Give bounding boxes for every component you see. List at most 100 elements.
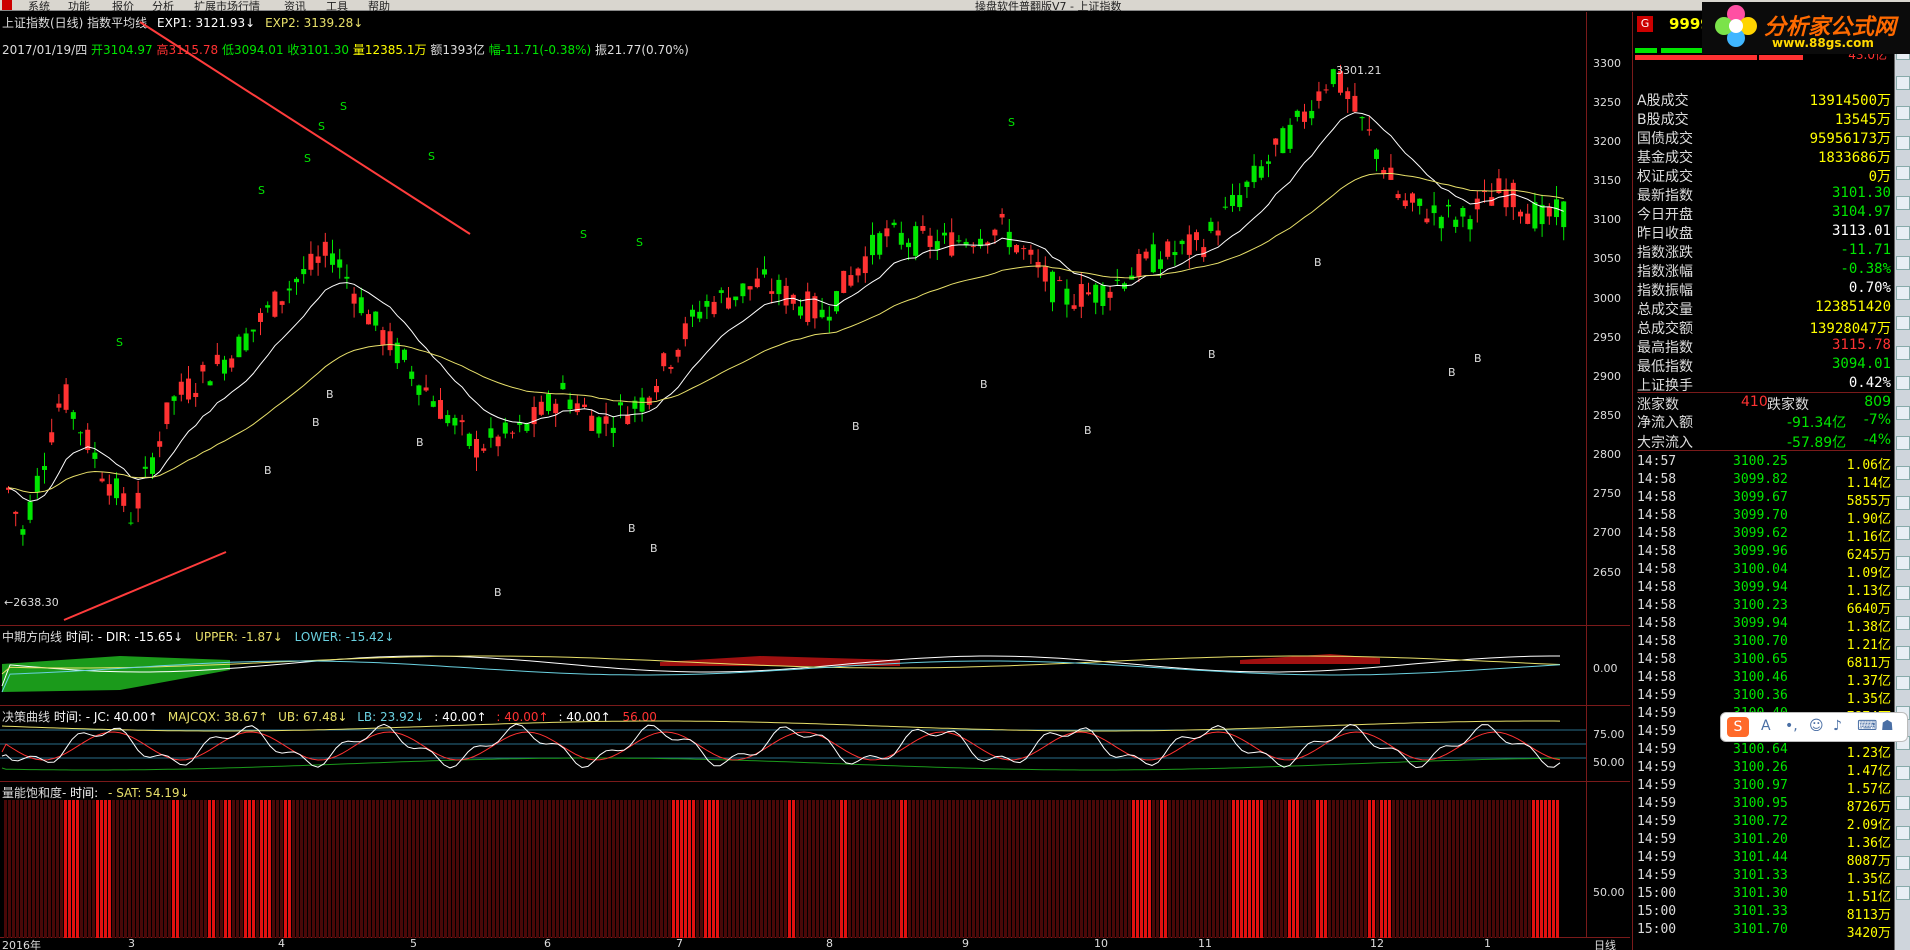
decision-axis: 75.00 50.00: [1586, 706, 1630, 781]
stat-row: 指数涨幅 -0.38%: [1637, 261, 1891, 280]
edge-toolbar-button[interactable]: [1896, 826, 1910, 840]
candle-body: [1179, 240, 1185, 245]
tick-row: 14:58 3099.67 5855万: [1637, 490, 1891, 509]
saturation-panel[interactable]: 量能饱和度- 时间: - SAT: 54.19↓ 50.00: [0, 782, 1630, 938]
candlestick-chart[interactable]: S S S S S S S S S B B B B B B B B B B B B B B: [0, 12, 1586, 626]
tick-vol: 6811万: [1846, 656, 1891, 671]
candle-body: [42, 466, 47, 470]
saturation-bar: [1284, 800, 1287, 938]
saturation-bar: [1280, 800, 1283, 938]
edge-toolbar-button[interactable]: [1896, 586, 1910, 600]
price-axis-label: 2650: [1593, 565, 1621, 579]
saturation-bar: [404, 800, 407, 938]
ime-toolbar[interactable]: S A •, ☺ ♪ ⌨ ☗: [1720, 712, 1908, 742]
ime-punct-icon[interactable]: •,: [1785, 718, 1798, 734]
saturation-bar: [176, 800, 179, 938]
edge-toolbar-button[interactable]: [1896, 466, 1910, 480]
candle-body: [128, 522, 134, 524]
chart-area[interactable]: 上证指数(日线) 指数平均线 EXP1: 3121.93↓ EXP2: 3139…: [0, 12, 1630, 950]
decision-curve-panel[interactable]: 决策曲线 时间: - JC: 40.00↑ MAJCQX: 38.67↑ UB:…: [0, 706, 1630, 782]
edge-toolbar-button[interactable]: [1896, 796, 1910, 810]
period-label[interactable]: 日线: [1594, 937, 1616, 950]
saturation-bar: [1460, 800, 1463, 938]
saturation-bar: [1232, 800, 1235, 938]
edge-toolbar-button[interactable]: [1896, 886, 1910, 900]
ime-logo-icon[interactable]: S: [1727, 717, 1749, 737]
saturation-bar: [524, 800, 527, 938]
edge-toolbar-button[interactable]: [1896, 196, 1910, 210]
edge-toolbar-button[interactable]: [1896, 136, 1910, 150]
edge-toolbar-button[interactable]: [1896, 376, 1910, 390]
saturation-chart[interactable]: [0, 782, 1586, 938]
saturation-bar: [188, 800, 191, 938]
main-price-panel[interactable]: 上证指数(日线) 指数平均线 EXP1: 3121.93↓ EXP2: 3139…: [0, 12, 1630, 626]
saturation-bar: [1348, 800, 1351, 938]
candle-body: [1438, 216, 1444, 229]
direction-line-chart[interactable]: [0, 626, 1586, 706]
netflow-value: -91.34亿: [1787, 415, 1847, 431]
saturation-bar: [392, 800, 395, 938]
edge-toolbar-button[interactable]: [1896, 556, 1910, 570]
edge-toolbar-button[interactable]: [1896, 106, 1910, 120]
decision-curve-chart[interactable]: [0, 706, 1586, 782]
edge-toolbar-button[interactable]: [1896, 406, 1910, 420]
tick-row: 14:59 3100.72 2.09亿: [1637, 814, 1891, 833]
saturation-bar: [16, 800, 19, 938]
saturation-bar: [1024, 800, 1027, 938]
candle-body: [207, 381, 213, 386]
edge-toolbar-button[interactable]: [1896, 436, 1910, 450]
candle-body: [178, 381, 184, 395]
candle-body: [1078, 284, 1084, 307]
saturation-bar: [1112, 800, 1115, 938]
edge-toolbar-button[interactable]: [1896, 316, 1910, 330]
saturation-bar: [388, 800, 391, 938]
direction-line-panel[interactable]: 中期方向线 时间: - DIR: -15.65↓ UPPER: -1.87↓ L…: [0, 626, 1630, 706]
edge-toolbar-button[interactable]: [1896, 76, 1910, 90]
candle-body: [366, 314, 371, 325]
menu-bar: 系统 功能 报价 分析 扩展市场行情 资讯 工具 帮助 操盘软件普翻版V7 - …: [0, 0, 1910, 13]
candle-body: [121, 493, 127, 506]
edge-toolbar-button[interactable]: [1896, 766, 1910, 780]
edge-toolbar-button[interactable]: [1896, 616, 1910, 630]
edge-toolbar-button[interactable]: [1896, 226, 1910, 240]
edge-toolbar-button[interactable]: [1896, 676, 1910, 690]
tick-row: 15:00 3101.33 8113万: [1637, 904, 1891, 923]
edge-toolbar-button[interactable]: [1896, 646, 1910, 660]
sell-signal-marker: S: [318, 120, 325, 133]
edge-toolbar-button[interactable]: [1896, 286, 1910, 300]
edge-toolbar-button[interactable]: [1896, 526, 1910, 540]
candle-body: [1165, 241, 1171, 257]
saturation-bar: [776, 800, 779, 938]
saturation-bar: [1260, 800, 1263, 938]
saturation-bar: [1556, 800, 1559, 938]
ime-shirt-icon[interactable]: ☗: [1881, 718, 1894, 734]
ime-mode-icon[interactable]: A: [1761, 718, 1771, 734]
ime-keyboard-icon[interactable]: ⌨: [1857, 718, 1877, 734]
saturation-bar: [1100, 800, 1103, 938]
saturation-bar: [764, 800, 767, 938]
saturation-bar: [76, 800, 79, 938]
date-axis-label-1: 3: [128, 937, 135, 950]
price-axis: 3300 3250 3200 3150 3100 3050 3000 2950 2900 2850…: [1586, 12, 1630, 625]
stat-value: 123851420: [1815, 299, 1891, 315]
ime-mic-icon[interactable]: ♪: [1833, 718, 1842, 734]
tick-price: 3100.95: [1733, 796, 1788, 811]
tick-row: 14:59 3100.26 1.47亿: [1637, 760, 1891, 779]
candle-body: [1345, 91, 1351, 100]
candle-body: [27, 501, 33, 520]
edge-toolbar-button[interactable]: [1896, 346, 1910, 360]
stat-row: 最低指数 3094.01: [1637, 356, 1891, 375]
edge-toolbar-button[interactable]: [1896, 166, 1910, 180]
saturation-bar: [40, 800, 43, 938]
edge-toolbar-button[interactable]: [1896, 856, 1910, 870]
edge-toolbar-button[interactable]: [1896, 256, 1910, 270]
candle-body: [315, 256, 321, 263]
candle-body: [618, 402, 623, 406]
saturation-bar: [1008, 800, 1011, 938]
ime-emoji-icon[interactable]: ☺: [1809, 718, 1824, 734]
app-icon[interactable]: [2, 0, 12, 10]
saturation-bar: [1176, 800, 1179, 938]
saturation-bar: [256, 800, 259, 938]
edge-toolbar-button[interactable]: [1896, 496, 1910, 510]
saturation-bar: [24, 800, 27, 938]
